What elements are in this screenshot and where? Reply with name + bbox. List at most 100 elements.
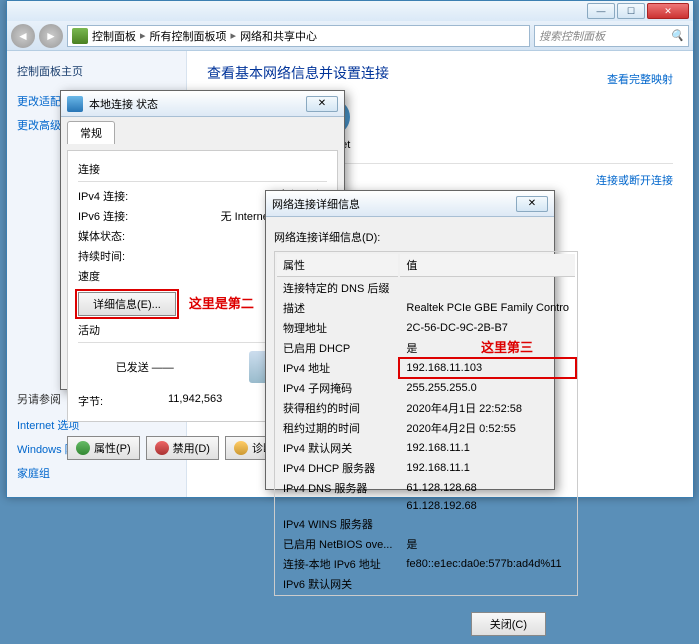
group-connection-label: 连接 bbox=[78, 161, 327, 177]
close-button[interactable]: 关闭(C) bbox=[471, 612, 546, 636]
property-cell: 租约过期的时间 bbox=[277, 419, 398, 437]
property-cell: IPv4 默认网关 bbox=[277, 439, 398, 457]
property-cell: 物理地址 bbox=[277, 319, 398, 337]
table-row[interactable]: 连接特定的 DNS 后缀 bbox=[277, 279, 575, 297]
value-cell bbox=[400, 575, 575, 593]
ipv4-conn-label: IPv4 连接: bbox=[78, 188, 168, 204]
properties-button[interactable]: 属性(P) bbox=[67, 436, 140, 460]
navbar: ◄ ► 控制面板▸ 所有控制面板项▸ 网络和共享中心 搜索控制面板 🔍 bbox=[7, 21, 693, 51]
titlebar: — ☐ ✕ bbox=[7, 1, 693, 21]
minimize-button[interactable]: — bbox=[587, 3, 615, 19]
speed-label: 速度 bbox=[78, 268, 168, 284]
disable-button[interactable]: 禁用(D) bbox=[146, 436, 219, 460]
property-cell: IPv4 DNS 服务器 bbox=[277, 479, 398, 497]
dialog-titlebar[interactable]: 本地连接 状态 ✕ bbox=[61, 91, 344, 117]
table-row[interactable]: 连接-本地 IPv6 地址fe80::e1ec:da0e:577b:ad4d%1… bbox=[277, 555, 575, 573]
value-cell: 61.128.192.68 bbox=[400, 499, 575, 513]
table-row[interactable]: 61.128.192.68 bbox=[277, 499, 575, 513]
details-table: 属性值 连接特定的 DNS 后缀描述Realtek PCIe GBE Famil… bbox=[274, 251, 578, 596]
chevron-right-icon: ▸ bbox=[136, 29, 150, 42]
forward-button[interactable]: ► bbox=[39, 24, 63, 48]
table-row[interactable]: IPv4 默认网关192.168.11.1 bbox=[277, 439, 575, 457]
chevron-right-icon: ▸ bbox=[227, 29, 241, 42]
property-cell: 已启用 DHCP bbox=[277, 339, 398, 357]
property-cell: 连接-本地 IPv6 地址 bbox=[277, 555, 398, 573]
table-row[interactable]: IPv6 默认网关 bbox=[277, 575, 575, 593]
annotation-2: 这里是第二 bbox=[189, 293, 254, 312]
table-row[interactable]: 描述Realtek PCIe GBE Family Contro bbox=[277, 299, 575, 317]
properties-icon bbox=[76, 441, 90, 455]
table-row[interactable]: IPv4 DNS 服务器61.128.128.68 bbox=[277, 479, 575, 497]
table-row[interactable]: IPv4 地址192.168.11.103 bbox=[277, 359, 575, 377]
value-cell: fe80::e1ec:da0e:577b:ad4d%11 bbox=[400, 555, 575, 573]
table-row[interactable]: 获得租约的时间2020年4月1日 22:52:58 bbox=[277, 399, 575, 417]
property-cell: 连接特定的 DNS 后缀 bbox=[277, 279, 398, 297]
property-cell: IPv6 默认网关 bbox=[277, 575, 398, 593]
property-cell: IPv4 DHCP 服务器 bbox=[277, 459, 398, 477]
dialog-close-button[interactable]: ✕ bbox=[516, 196, 548, 212]
value-cell: 2020年4月1日 22:52:58 bbox=[400, 399, 575, 417]
diagnose-icon bbox=[234, 441, 248, 455]
view-full-map-link[interactable]: 查看完整映射 bbox=[607, 71, 673, 87]
property-cell: 已启用 NetBIOS ove... bbox=[277, 535, 398, 553]
value-cell: 192.168.11.103 bbox=[400, 359, 575, 377]
page-title: 查看基本网络信息并设置连接 bbox=[207, 63, 673, 83]
control-panel-icon bbox=[72, 28, 88, 44]
disable-icon bbox=[155, 441, 169, 455]
property-cell: 描述 bbox=[277, 299, 398, 317]
connect-disconnect-link[interactable]: 连接或断开连接 bbox=[596, 175, 673, 187]
details-button[interactable]: 详细信息(E)... bbox=[78, 292, 176, 316]
table-row[interactable]: 租约过期的时间2020年4月2日 0:52:55 bbox=[277, 419, 575, 437]
value-cell: Realtek PCIe GBE Family Contro bbox=[400, 299, 575, 317]
sidebar-title: 控制面板主页 bbox=[17, 63, 176, 79]
dialog-title: 本地连接 状态 bbox=[89, 96, 158, 112]
table-row[interactable]: IPv4 WINS 服务器 bbox=[277, 515, 575, 533]
sent-label: 已发送 —— bbox=[116, 359, 174, 375]
table-row[interactable]: IPv4 子网掩码255.255.255.0 bbox=[277, 379, 575, 397]
search-icon: 🔍 bbox=[670, 29, 684, 42]
dialog-titlebar[interactable]: 网络连接详细信息 ✕ bbox=[266, 191, 554, 217]
breadcrumb[interactable]: 控制面板▸ 所有控制面板项▸ 网络和共享中心 bbox=[67, 25, 530, 47]
dialog-body: 网络连接详细信息(D): 属性值 连接特定的 DNS 后缀描述Realtek P… bbox=[266, 217, 554, 604]
back-button[interactable]: ◄ bbox=[11, 24, 35, 48]
table-row[interactable]: 物理地址2C-56-DC-9C-2B-B7 bbox=[277, 319, 575, 337]
value-cell: 2C-56-DC-9C-2B-B7 bbox=[400, 319, 575, 337]
value-cell bbox=[400, 279, 575, 297]
close-button[interactable]: ✕ bbox=[647, 3, 689, 19]
bytes-label: 字节: bbox=[78, 393, 168, 409]
dialog-close-button[interactable]: ✕ bbox=[306, 96, 338, 112]
ipv6-conn-label: IPv6 连接: bbox=[78, 208, 168, 224]
value-cell: 61.128.128.68 bbox=[400, 479, 575, 497]
property-cell: 获得租约的时间 bbox=[277, 399, 398, 417]
connection-details-dialog: 网络连接详细信息 ✕ 网络连接详细信息(D): 属性值 连接特定的 DNS 后缀… bbox=[265, 190, 555, 490]
search-placeholder: 搜索控制面板 bbox=[539, 28, 605, 44]
col-value: 值 bbox=[400, 254, 575, 277]
col-property: 属性 bbox=[277, 254, 398, 277]
value-cell bbox=[400, 515, 575, 533]
breadcrumb-mid[interactable]: 所有控制面板项 bbox=[150, 28, 227, 44]
breadcrumb-leaf[interactable]: 网络和共享中心 bbox=[240, 28, 317, 44]
table-row[interactable]: 已启用 NetBIOS ove...是 bbox=[277, 535, 575, 553]
value-cell: 是 bbox=[400, 535, 575, 553]
value-cell: 192.168.11.1 bbox=[400, 439, 575, 457]
tab-strip: 常规 bbox=[61, 117, 344, 144]
maximize-button[interactable]: ☐ bbox=[617, 3, 645, 19]
breadcrumb-root[interactable]: 控制面板 bbox=[92, 28, 136, 44]
value-cell: 192.168.11.1 bbox=[400, 459, 575, 477]
value-cell: 2020年4月2日 0:52:55 bbox=[400, 419, 575, 437]
value-cell: 255.255.255.0 bbox=[400, 379, 575, 397]
search-input[interactable]: 搜索控制面板 🔍 bbox=[534, 25, 689, 47]
annotation-3: 这里第三 bbox=[481, 337, 533, 356]
property-cell: IPv4 地址 bbox=[277, 359, 398, 377]
table-row[interactable]: IPv4 DHCP 服务器192.168.11.1 bbox=[277, 459, 575, 477]
tab-general[interactable]: 常规 bbox=[67, 121, 115, 144]
property-cell bbox=[277, 499, 398, 513]
divider bbox=[78, 181, 327, 182]
property-cell: IPv4 子网掩码 bbox=[277, 379, 398, 397]
details-heading: 网络连接详细信息(D): bbox=[274, 229, 546, 245]
dialog-title: 网络连接详细信息 bbox=[272, 196, 360, 212]
network-icon bbox=[67, 96, 83, 112]
media-state-label: 媒体状态: bbox=[78, 228, 168, 244]
duration-label: 持续时间: bbox=[78, 248, 168, 264]
dialog-footer: 关闭(C) bbox=[266, 604, 554, 644]
